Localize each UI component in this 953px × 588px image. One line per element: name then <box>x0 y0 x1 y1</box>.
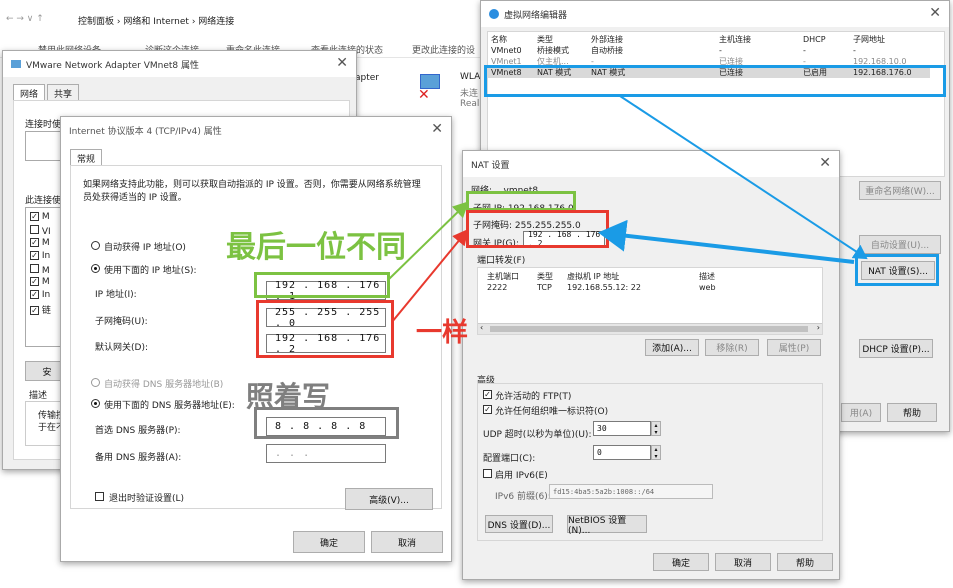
blue-arrow-to-gateway <box>598 219 855 264</box>
blue-arrow-to-nat-button <box>619 95 868 260</box>
annotation-arrows <box>387 95 868 323</box>
red-arrow <box>391 228 469 323</box>
green-arrow <box>387 201 469 281</box>
